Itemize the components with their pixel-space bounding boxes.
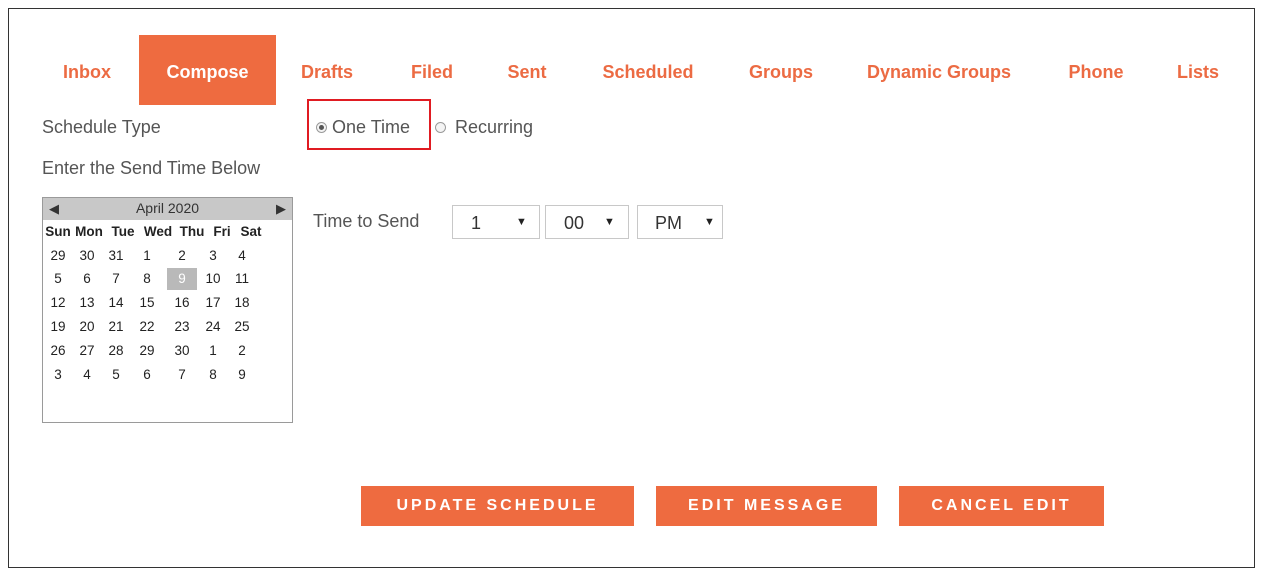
tab-lists[interactable]: Lists [1169, 35, 1227, 105]
tab-bar: Inbox Compose Drafts Filed Sent Schedule… [9, 9, 1254, 129]
calendar-day[interactable]: 23 [169, 319, 195, 334]
recurring-label[interactable]: Recurring [455, 117, 533, 138]
calendar-day[interactable]: 29 [45, 248, 71, 263]
calendar-day[interactable]: 6 [134, 367, 160, 382]
calendar-day[interactable]: 12 [45, 295, 71, 310]
update-schedule-button[interactable]: UPDATE SCHEDULE [361, 486, 634, 526]
edit-message-button[interactable]: EDIT MESSAGE [656, 486, 877, 526]
tab-filed[interactable]: Filed [403, 35, 461, 105]
calendar-day[interactable]: 2 [229, 343, 255, 358]
tab-dynamic-groups[interactable]: Dynamic Groups [857, 35, 1021, 105]
calendar-day[interactable]: 10 [200, 271, 226, 286]
calendar-day[interactable]: 27 [74, 343, 100, 358]
tab-sent[interactable]: Sent [499, 35, 555, 105]
schedule-type-label: Schedule Type [42, 117, 161, 137]
weekday-header: Thu [179, 224, 205, 239]
weekday-header: Sun [45, 224, 71, 239]
weekday-header: Wed [143, 224, 173, 239]
hour-value: 1 [471, 213, 482, 233]
calendar-day[interactable]: 2 [169, 248, 195, 263]
calendar-day[interactable]: 30 [169, 343, 195, 358]
weekday-header: Mon [75, 224, 103, 239]
minute-value: 00 [564, 213, 585, 233]
calendar-day[interactable]: 7 [169, 367, 195, 382]
calendar-day[interactable]: 17 [200, 295, 226, 310]
tab-groups[interactable]: Groups [739, 35, 823, 105]
tab-scheduled[interactable]: Scheduled [591, 35, 705, 105]
calendar-day[interactable]: 8 [200, 367, 226, 382]
one-time-label[interactable]: One Time [332, 117, 410, 138]
calendar-day[interactable]: 4 [229, 248, 255, 263]
weekday-header: Tue [111, 224, 135, 239]
calendar-day[interactable]: 15 [134, 295, 160, 310]
calendar-day[interactable]: 29 [134, 343, 160, 358]
hour-select[interactable]: 1 ▼ [452, 205, 540, 239]
send-time-instructions: Enter the Send Time Below [42, 158, 261, 178]
calendar-day[interactable]: 4 [74, 367, 100, 382]
calendar-day[interactable]: 5 [45, 271, 71, 286]
calendar-day[interactable]: 25 [229, 319, 255, 334]
calendar-day[interactable]: 14 [103, 295, 129, 310]
calendar-day[interactable]: 1 [200, 343, 226, 358]
calendar-day[interactable]: 21 [103, 319, 129, 334]
weekday-header: Fri [213, 224, 231, 239]
calendar-day[interactable]: 31 [103, 248, 129, 263]
ampm-value: PM [655, 213, 682, 233]
calendar-day[interactable]: 9 [229, 367, 255, 382]
date-picker-calendar: ◀ April 2020 ▶ Sun Mon Tue Wed Thu Fri S… [42, 197, 293, 423]
calendar-day[interactable]: 3 [200, 248, 226, 263]
calendar-day[interactable]: 26 [45, 343, 71, 358]
calendar-day[interactable]: 9 [167, 268, 197, 290]
app-frame: Inbox Compose Drafts Filed Sent Schedule… [8, 8, 1255, 568]
chevron-down-icon: ▼ [516, 216, 527, 228]
ampm-select[interactable]: PM ▼ [637, 205, 723, 239]
calendar-day[interactable]: 20 [74, 319, 100, 334]
calendar-day[interactable]: 30 [74, 248, 100, 263]
calendar-day[interactable]: 6 [74, 271, 100, 286]
chevron-down-icon: ▼ [604, 216, 615, 228]
chevron-down-icon: ▼ [704, 216, 715, 228]
calendar-day[interactable]: 1 [134, 248, 160, 263]
calendar-day[interactable]: 13 [74, 295, 100, 310]
calendar-day[interactable]: 3 [45, 367, 71, 382]
tab-phone[interactable]: Phone [1061, 35, 1131, 105]
minute-select[interactable]: 00 ▼ [545, 205, 629, 239]
calendar-day[interactable]: 28 [103, 343, 129, 358]
calendar-day[interactable]: 5 [103, 367, 129, 382]
calendar-day[interactable]: 24 [200, 319, 226, 334]
one-time-radio[interactable] [316, 122, 327, 133]
calendar-day[interactable]: 19 [45, 319, 71, 334]
calendar-day[interactable]: 8 [134, 271, 160, 286]
calendar-day[interactable]: 16 [169, 295, 195, 310]
tab-compose[interactable]: Compose [139, 35, 276, 105]
calendar-day[interactable]: 22 [134, 319, 160, 334]
calendar-month-title: April 2020 [135, 200, 200, 216]
tab-drafts[interactable]: Drafts [295, 35, 359, 105]
weekday-header: Sat [240, 224, 262, 239]
time-to-send-label: Time to Send [313, 211, 420, 231]
recurring-radio[interactable] [435, 122, 446, 133]
cancel-edit-button[interactable]: CANCEL EDIT [899, 486, 1104, 526]
calendar-day[interactable]: 7 [103, 271, 129, 286]
tab-inbox[interactable]: Inbox [55, 35, 119, 105]
next-month-icon[interactable]: ▶ [276, 201, 286, 217]
calendar-day[interactable]: 18 [229, 295, 255, 310]
calendar-day[interactable]: 11 [229, 271, 255, 286]
